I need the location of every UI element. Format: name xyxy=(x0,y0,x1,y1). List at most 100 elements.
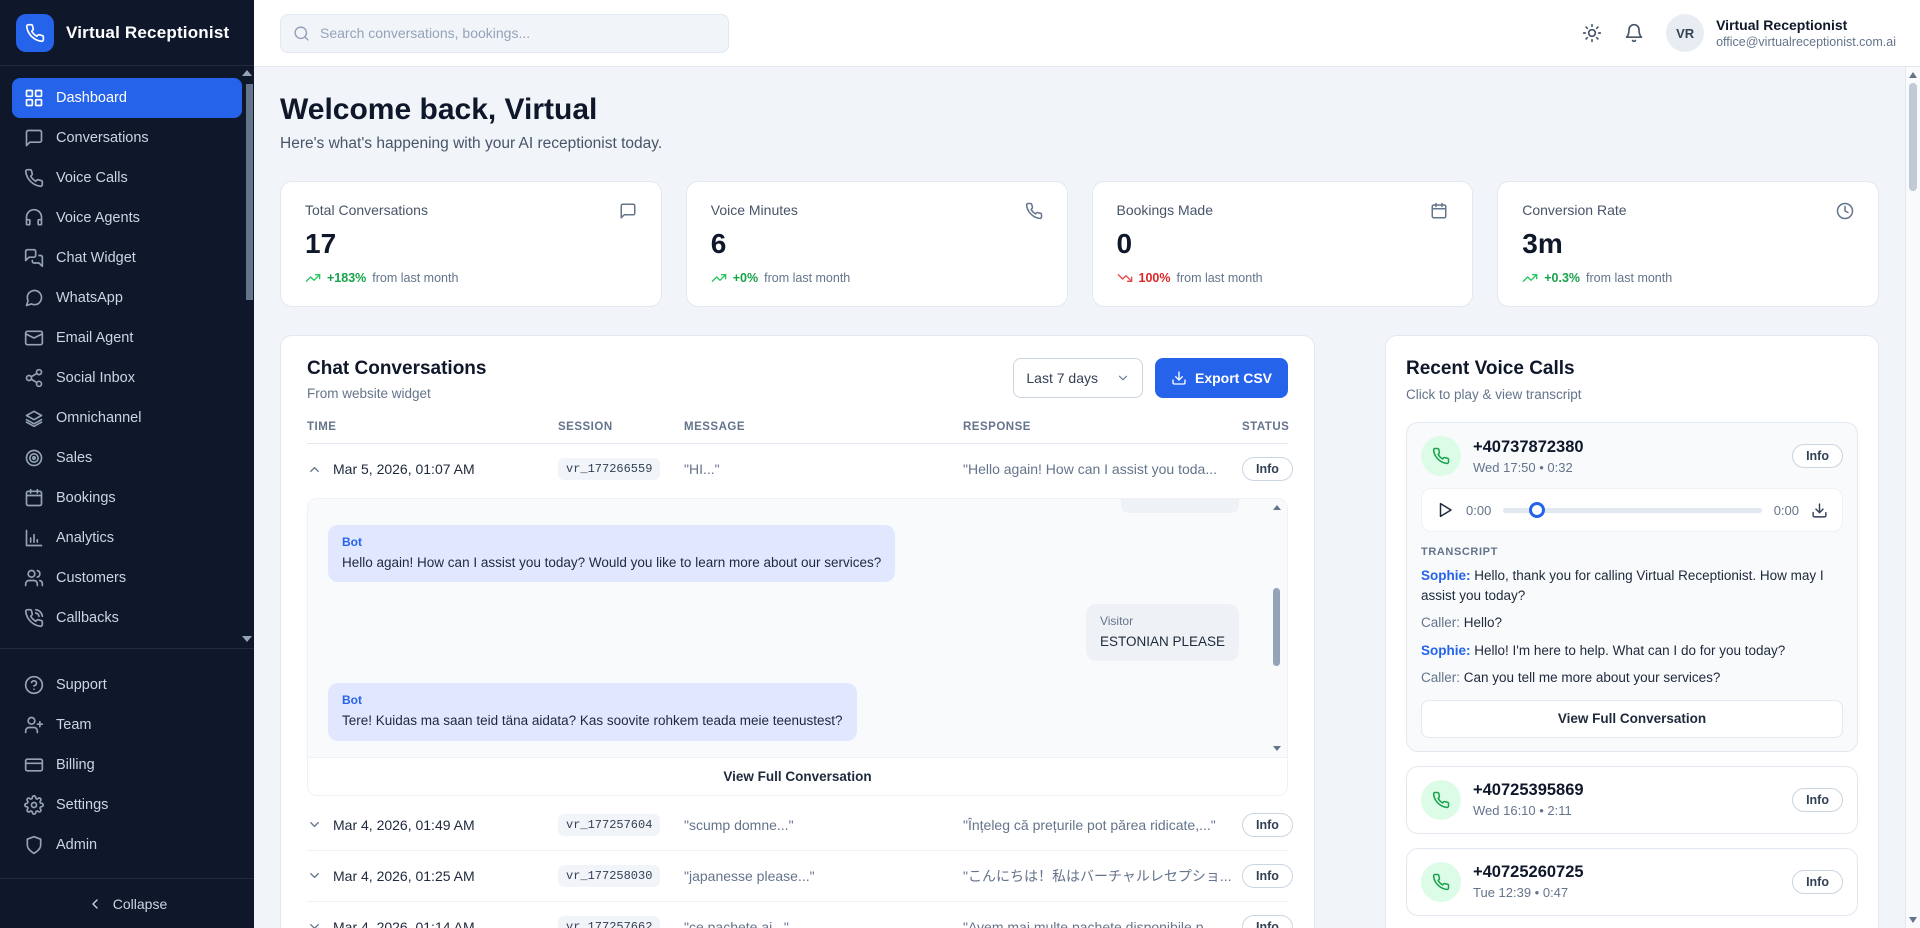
sidebar-item-settings[interactable]: Settings xyxy=(12,785,242,825)
session-badge: vr_177257604 xyxy=(558,814,660,836)
collapse-button[interactable]: Collapse xyxy=(0,878,254,928)
seek-slider[interactable] xyxy=(1503,502,1761,518)
phone-icon xyxy=(1421,436,1461,476)
stat-card-voice-minutes: Voice Minutes 6 +0% from last month xyxy=(686,181,1068,307)
partial-visitor-bubble xyxy=(1121,499,1239,513)
sidebar-item-bookings[interactable]: Bookings xyxy=(12,478,242,518)
sidebar-item-conversations[interactable]: Conversations xyxy=(12,118,242,158)
brand-phone-icon xyxy=(16,14,54,52)
page-scrollbar[interactable] xyxy=(1905,67,1920,928)
chevron-down-icon[interactable] xyxy=(307,817,333,832)
table-row[interactable]: Mar 4, 2026, 01:25 AM vr_177258030 "japa… xyxy=(307,851,1288,902)
credit-card-icon xyxy=(24,755,44,775)
bot-sender-label: Bot xyxy=(342,535,881,549)
notifications-bell-icon[interactable] xyxy=(1624,23,1644,43)
info-button[interactable]: Info xyxy=(1792,444,1843,468)
conversation-scrollbar[interactable] xyxy=(1271,503,1283,753)
download-icon[interactable] xyxy=(1811,502,1828,519)
voice-call-item[interactable]: +40725260725 Tue 12:39 • 0:47 Info xyxy=(1406,848,1858,916)
info-button[interactable]: Info xyxy=(1242,813,1293,837)
row-time: Mar 4, 2026, 01:49 AM xyxy=(333,817,558,833)
stat-value: 0 xyxy=(1117,228,1449,260)
page-title: Welcome back, Virtual xyxy=(280,93,1879,127)
sidebar-scrollbar[interactable] xyxy=(246,84,253,300)
stat-delta-suffix: from last month xyxy=(1176,271,1262,285)
sidebar-item-whatsapp[interactable]: WhatsApp xyxy=(12,278,242,318)
sidebar-divider xyxy=(0,648,254,649)
sidebar-item-admin[interactable]: Admin xyxy=(12,825,242,865)
conversation-scroll-area[interactable]: Bot Hello again! How can I assist you to… xyxy=(308,499,1287,757)
sidebar-item-chat-widget[interactable]: Chat Widget xyxy=(12,238,242,278)
sidebar-item-voice-agents[interactable]: Voice Agents xyxy=(12,198,242,238)
export-csv-button[interactable]: Export CSV xyxy=(1155,358,1288,398)
slider-knob[interactable] xyxy=(1529,502,1545,518)
bot-message-text: Tere! Kuidas ma saan teid täna aidata? K… xyxy=(342,712,843,730)
search-input[interactable] xyxy=(320,25,716,41)
table-row[interactable]: Mar 4, 2026, 01:49 AM vr_177257604 "scum… xyxy=(307,800,1288,851)
speaker-label: Sophie: xyxy=(1421,568,1471,583)
search-box[interactable] xyxy=(280,14,729,53)
bar-chart-icon xyxy=(24,528,44,548)
stat-label: Voice Minutes xyxy=(711,202,798,218)
sidebar-item-customers[interactable]: Customers xyxy=(12,558,242,598)
sidebar-scroll-down-icon[interactable] xyxy=(242,636,252,642)
info-button[interactable]: Info xyxy=(1242,864,1293,888)
sidebar-scroll-up-icon[interactable] xyxy=(242,70,252,76)
scroll-up-icon[interactable] xyxy=(1909,72,1917,78)
voice-call-item[interactable]: +40737872380 Wed 17:50 • 0:32 Info 0:00 … xyxy=(1406,422,1858,752)
mail-icon xyxy=(24,328,44,348)
scroll-up-icon[interactable] xyxy=(1273,505,1281,510)
view-full-conversation-button[interactable]: View Full Conversation xyxy=(1421,700,1843,738)
info-button[interactable]: Info xyxy=(1792,788,1843,812)
bot-sender-label: Bot xyxy=(342,693,843,707)
sidebar-item-voice-calls[interactable]: Voice Calls xyxy=(12,158,242,198)
sidebar-item-social-inbox[interactable]: Social Inbox xyxy=(12,358,242,398)
table-row[interactable]: Mar 4, 2026, 01:14 AM vr_177257662 "ce p… xyxy=(307,902,1288,928)
stat-delta-suffix: from last month xyxy=(372,271,458,285)
chevron-left-icon xyxy=(87,896,103,912)
chevron-up-icon[interactable] xyxy=(307,462,333,477)
play-icon[interactable] xyxy=(1436,501,1454,519)
stat-delta-value: +0% xyxy=(733,271,758,285)
theme-toggle-sun-icon[interactable] xyxy=(1582,23,1602,43)
sidebar-nav: Dashboard Conversations Voice Calls Voic… xyxy=(0,66,254,642)
sidebar-item-label: Bookings xyxy=(56,490,116,506)
sidebar-item-omnichannel[interactable]: Omnichannel xyxy=(12,398,242,438)
trending-up-icon xyxy=(711,270,727,286)
player-current-time: 0:00 xyxy=(1466,503,1491,518)
info-button[interactable]: Info xyxy=(1242,457,1293,481)
chevron-down-icon[interactable] xyxy=(307,868,333,883)
sidebar-item-sales[interactable]: Sales xyxy=(12,438,242,478)
download-icon xyxy=(1171,370,1187,386)
sidebar-item-team[interactable]: Team xyxy=(12,705,242,745)
sidebar-item-dashboard[interactable]: Dashboard xyxy=(12,78,242,118)
chevron-down-icon[interactable] xyxy=(307,919,333,928)
date-range-select[interactable]: Last 7 days xyxy=(1013,358,1143,398)
view-full-conversation-button[interactable]: View Full Conversation xyxy=(308,757,1287,795)
sidebar-item-callbacks[interactable]: Callbacks xyxy=(12,598,242,638)
user-chip[interactable]: VR Virtual Receptionist office@virtualre… xyxy=(1666,14,1896,52)
calendar-icon xyxy=(24,488,44,508)
chat-conversations-subtitle: From website widget xyxy=(307,386,486,401)
sidebar-item-billing[interactable]: Billing xyxy=(12,745,242,785)
sidebar-item-support[interactable]: Support xyxy=(12,665,242,705)
sidebar-item-label: Sales xyxy=(56,450,92,466)
trending-up-icon xyxy=(1522,270,1538,286)
scroll-down-icon[interactable] xyxy=(1273,746,1281,751)
voice-call-item[interactable]: +40725395869 Wed 16:10 • 2:11 Info xyxy=(1406,766,1858,834)
info-button[interactable]: Info xyxy=(1792,870,1843,894)
phone-icon xyxy=(1025,202,1043,220)
scroll-down-icon[interactable] xyxy=(1909,917,1917,923)
table-row[interactable]: Mar 5, 2026, 01:07 AM vr_177266559 "HI..… xyxy=(307,444,1288,494)
transcript-label: TRANSCRIPT xyxy=(1421,546,1843,558)
help-circle-icon xyxy=(24,675,44,695)
page-scrollbar-thumb[interactable] xyxy=(1909,83,1917,191)
sidebar-item-analytics[interactable]: Analytics xyxy=(12,518,242,558)
info-button[interactable]: Info xyxy=(1242,915,1293,928)
avatar[interactable]: VR xyxy=(1666,14,1704,52)
sidebar-item-email-agent[interactable]: Email Agent xyxy=(12,318,242,358)
conversation-scrollbar-thumb[interactable] xyxy=(1273,588,1280,666)
column-status: STATUS xyxy=(1242,421,1288,433)
row-response: "Înțeleg că prețurile pot părea ridicate… xyxy=(963,817,1242,833)
transcript-line: Sophie: Hello! I'm here to help. What ca… xyxy=(1421,641,1843,661)
